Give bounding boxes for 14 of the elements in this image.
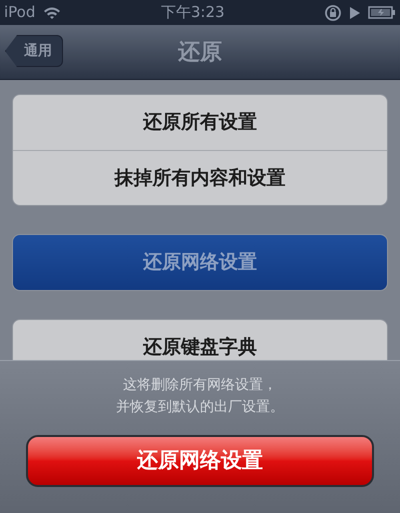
navigation-title: 还原 <box>178 38 222 66</box>
settings-row[interactable]: 还原所有设置 <box>13 95 387 150</box>
clock-time: 下午3:23 <box>160 2 225 24</box>
battery-icon <box>368 6 396 19</box>
rotation-lock-icon <box>324 4 342 22</box>
settings-row[interactable]: 还原网络设置 <box>13 235 387 290</box>
reset-network-button[interactable]: 还原网络设置 <box>26 435 374 487</box>
back-button[interactable]: 通用 <box>5 35 63 67</box>
wifi-icon <box>43 6 62 20</box>
sheet-message-line: 并恢复到默认的出厂设置。 <box>116 398 284 417</box>
sheet-message-line: 这将删除所有网络设置， <box>123 376 277 395</box>
carrier-label: iPod <box>4 2 36 24</box>
play-icon <box>350 6 360 18</box>
settings-row[interactable]: 抹掉所有内容和设置 <box>13 150 387 205</box>
